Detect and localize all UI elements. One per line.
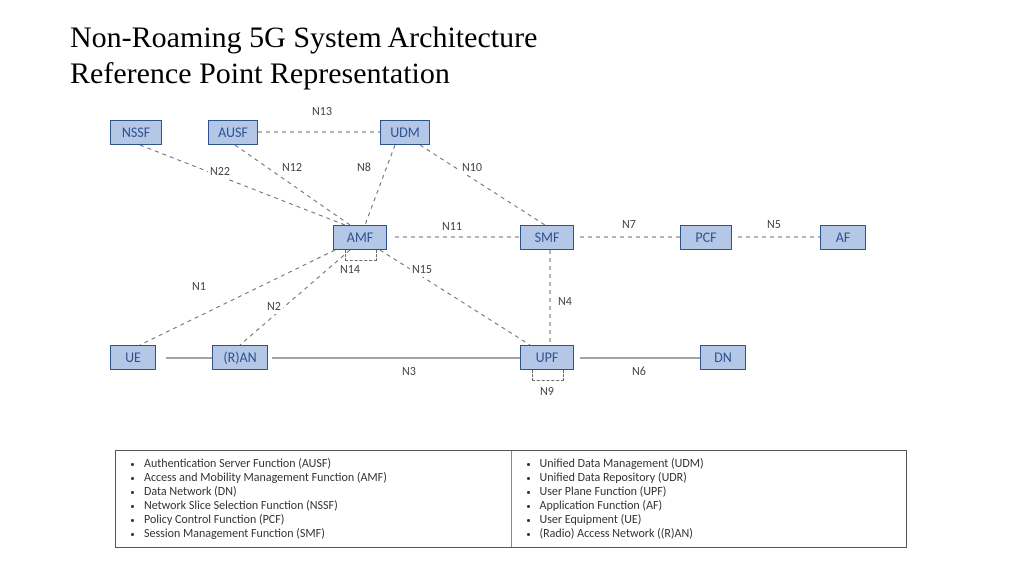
loop-n14 xyxy=(345,250,377,261)
label-n7: N7 xyxy=(620,218,638,232)
legend-item: Session Management Function (SMF) xyxy=(144,527,501,541)
legend-item: Data Network (DN) xyxy=(144,485,501,499)
label-n13: N13 xyxy=(310,105,334,119)
diagram-stage: NSSF AUSF UDM AMF SMF PCF AF UE (R)AN UP… xyxy=(100,105,920,445)
legend-item: Authentication Server Function (AUSF) xyxy=(144,457,501,471)
label-n12: N12 xyxy=(280,161,304,175)
legend-item: (Radio) Access Network ((R)AN) xyxy=(540,527,897,541)
node-af: AF xyxy=(820,225,866,250)
node-pcf: PCF xyxy=(680,225,732,250)
label-n9: N9 xyxy=(538,385,556,399)
node-nssf: NSSF xyxy=(110,120,162,145)
node-dn: DN xyxy=(700,345,746,370)
node-ran: (R)AN xyxy=(212,345,268,370)
label-n11: N11 xyxy=(440,220,464,234)
label-n1: N1 xyxy=(190,280,208,294)
legend-item: User Equipment (UE) xyxy=(540,513,897,527)
legend-col-left: Authentication Server Function (AUSF) Ac… xyxy=(116,451,512,547)
node-udm: UDM xyxy=(380,120,430,145)
loop-n9 xyxy=(532,370,564,381)
node-ue: UE xyxy=(110,345,156,370)
label-n3: N3 xyxy=(400,365,418,379)
label-n2: N2 xyxy=(265,300,283,314)
node-upf: UPF xyxy=(520,345,574,370)
label-n14: N14 xyxy=(338,263,362,277)
title-line-1: Non-Roaming 5G System Architecture xyxy=(70,20,537,56)
label-n8: N8 xyxy=(355,161,373,175)
legend-item: Unified Data Repository (UDR) xyxy=(540,471,897,485)
legend-item: Network Slice Selection Function (NSSF) xyxy=(144,499,501,513)
legend-item: Access and Mobility Management Function … xyxy=(144,471,501,485)
legend-item: User Plane Function (UPF) xyxy=(540,485,897,499)
legend-box: Authentication Server Function (AUSF) Ac… xyxy=(115,450,907,548)
node-amf: AMF xyxy=(333,225,387,250)
label-n15: N15 xyxy=(410,263,434,277)
legend-item: Policy Control Function (PCF) xyxy=(144,513,501,527)
legend-item: Application Function (AF) xyxy=(540,499,897,513)
legend-item: Unified Data Management (UDM) xyxy=(540,457,897,471)
label-n5: N5 xyxy=(765,218,783,232)
node-ausf: AUSF xyxy=(208,120,258,145)
connection-lines xyxy=(100,105,920,445)
legend-col-right: Unified Data Management (UDM) Unified Da… xyxy=(512,451,907,547)
label-n4: N4 xyxy=(556,295,574,309)
label-n6: N6 xyxy=(630,365,648,379)
title-line-2: Reference Point Representation xyxy=(70,56,537,92)
label-n22: N22 xyxy=(208,165,232,179)
page-title: Non-Roaming 5G System Architecture Refer… xyxy=(70,20,537,92)
label-n10: N10 xyxy=(460,161,484,175)
node-smf: SMF xyxy=(520,225,574,250)
